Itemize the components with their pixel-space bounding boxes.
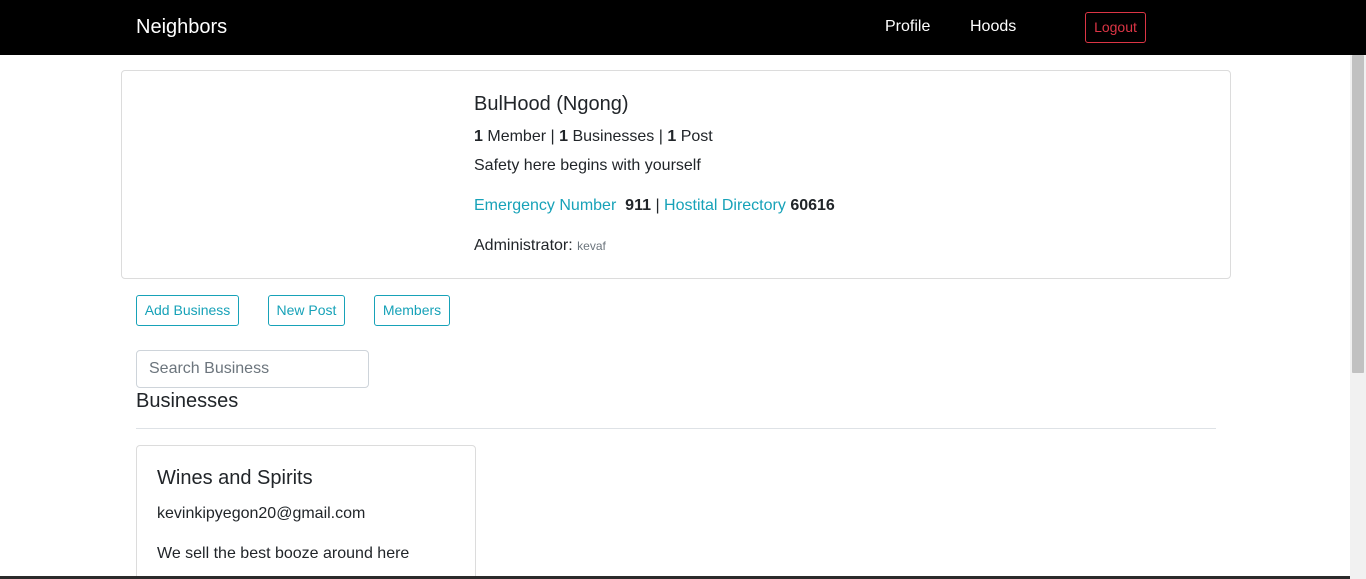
stats-separator: |	[658, 128, 663, 145]
businesses-heading: Businesses	[136, 390, 239, 412]
vertical-scrollbar[interactable]	[1350, 55, 1366, 579]
admin-label: Administrator:	[474, 237, 573, 254]
hospital-directory-link[interactable]: Hostital Directory	[664, 197, 786, 214]
nav-link-hoods[interactable]: Hoods	[970, 17, 1016, 37]
nav-link-profile[interactable]: Profile	[885, 17, 930, 37]
brand-logo[interactable]: Neighbors	[136, 15, 227, 39]
emergency-number-link[interactable]: Emergency Number	[474, 197, 616, 214]
hospital-directory-value: 60616	[790, 197, 835, 214]
hood-administrator: Administrator: kevaf	[474, 236, 606, 256]
emergency-number-value: 911	[625, 197, 651, 214]
members-label: Member	[487, 128, 547, 145]
logout-button[interactable]: Logout	[1085, 12, 1146, 43]
business-description: We sell the best booze around here	[157, 545, 410, 562]
business-name: Wines and Spirits	[157, 467, 313, 489]
hood-image-placeholder	[132, 81, 452, 270]
admin-name: kevaf	[577, 239, 606, 253]
navbar: Neighbors Profile Hoods Logout	[0, 0, 1366, 55]
search-business-input[interactable]	[136, 350, 369, 388]
members-button[interactable]: Members	[374, 295, 450, 326]
new-post-button[interactable]: New Post	[268, 295, 345, 326]
posts-count: 1	[667, 128, 677, 145]
hood-title: BulHood (Ngong)	[474, 93, 629, 115]
business-email: kevinkipyegon20@gmail.com	[157, 505, 366, 522]
add-business-button[interactable]: Add Business	[136, 295, 239, 326]
scrollbar-thumb[interactable]	[1352, 55, 1364, 373]
posts-label: Post	[680, 128, 713, 145]
hood-description: Safety here begins with yourself	[474, 157, 701, 174]
stats-separator: |	[550, 128, 555, 145]
businesses-label: Businesses	[572, 128, 655, 145]
members-count: 1	[474, 128, 483, 145]
hood-contacts: Emergency Number 911 | Hostital Director…	[474, 196, 835, 216]
businesses-count: 1	[559, 128, 569, 145]
section-divider	[136, 428, 1216, 429]
contacts-separator: |	[655, 197, 660, 214]
hood-stats: 1 Member | 1 Businesses | 1 Post	[474, 127, 713, 147]
